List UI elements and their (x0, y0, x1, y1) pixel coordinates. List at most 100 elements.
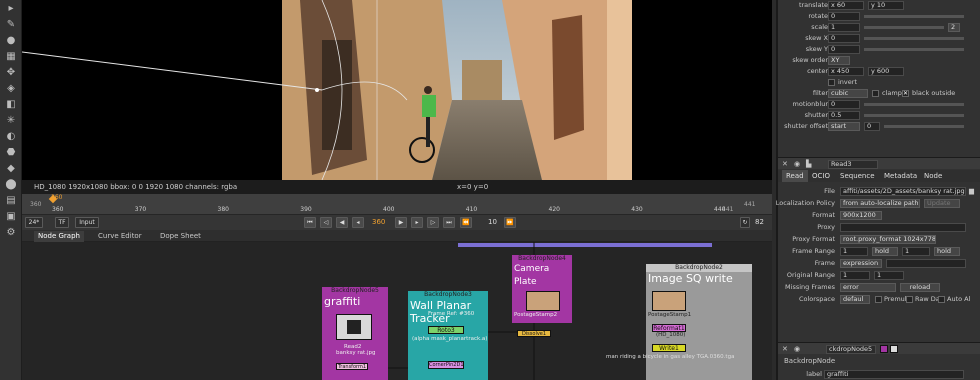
localization-dropdown[interactable]: from auto-localize path (840, 199, 920, 208)
original-range-start-field[interactable]: 1 (840, 271, 870, 280)
fps-dropdown[interactable]: 24* (25, 217, 43, 228)
step-back-button[interactable]: ◂ (352, 217, 364, 228)
shutter-field[interactable]: 0.5 (828, 111, 860, 120)
frame-range-start-field[interactable]: 1 (840, 247, 868, 256)
shutter-slider[interactable] (864, 114, 964, 117)
tab-metadata[interactable]: Metadata (880, 170, 921, 182)
skip-forward-button[interactable]: ⏩ (504, 217, 516, 228)
tab-node-graph[interactable]: Node Graph (34, 231, 84, 242)
auto-alpha-checkbox[interactable] (938, 296, 945, 303)
increment-field[interactable]: 10 (488, 218, 497, 226)
play-forward-button[interactable]: ▶ (395, 217, 407, 228)
reformat1-node[interactable]: Reformat1 (652, 324, 686, 332)
viewer[interactable] (22, 0, 772, 180)
film-icon[interactable]: ▣ (4, 210, 18, 224)
transform-move-icon[interactable]: ✥ (4, 66, 18, 80)
frame-range-end-field[interactable]: 1 (902, 247, 930, 256)
close-icon[interactable]: ✕ (782, 160, 788, 168)
frame-range-start-mode[interactable]: hold (872, 247, 898, 256)
label-field[interactable]: graffiti (824, 370, 964, 379)
black-outside-checkbox[interactable]: ✕ (902, 90, 909, 97)
paint-brush-icon[interactable]: ✎ (4, 18, 18, 32)
backdrop-wall-planar-tracker[interactable]: BackdropNode3 Wall Planar Tracker Frame … (408, 291, 488, 380)
cornerpin-node[interactable]: CornerPin2D1 (428, 361, 464, 369)
timeline[interactable]: 360 441 360 441 360 370 380 390 400 410 420 430… (22, 194, 772, 214)
backdrop-camera-plate[interactable]: BackdropNode4 Camera Plate PostageStamp2 (512, 255, 572, 323)
tab-read[interactable]: Read (782, 170, 808, 182)
next-keyframe-button[interactable]: ▷ (427, 217, 439, 228)
camera-thumbnail[interactable] (526, 291, 560, 311)
shutter-offset-slider[interactable] (884, 125, 964, 128)
dissolve-node[interactable]: Dissolve1 (517, 330, 551, 337)
node-color-swatch[interactable] (880, 345, 888, 353)
lock-icon[interactable]: ◉ (794, 160, 800, 168)
sparkle-icon[interactable]: ✳ (4, 114, 18, 128)
tab-sequence[interactable]: Sequence (836, 170, 879, 182)
step-forward-button[interactable]: ▸ (411, 217, 423, 228)
frame-mode-dropdown[interactable]: expression (840, 259, 882, 268)
roto3-node[interactable]: Roto3 (428, 326, 464, 334)
translate-y-field[interactable]: y 10 (868, 1, 904, 10)
backdrop-graffiti[interactable]: BackdropNode5 graffiti Read2 banksy rat.… (322, 287, 388, 380)
tf-dropdown[interactable]: TF (55, 217, 69, 228)
write1-node[interactable]: Write1 (652, 344, 686, 352)
center-x-field[interactable]: x 450 (828, 67, 864, 76)
original-range-end-field[interactable]: 1 (874, 271, 904, 280)
prev-keyframe-button[interactable]: ◁ (320, 217, 332, 228)
read2-thumbnail[interactable] (336, 314, 372, 340)
frame-field[interactable] (886, 259, 966, 268)
current-frame-field[interactable]: 360 (372, 218, 385, 226)
tab-ocio[interactable]: OCIO (808, 170, 834, 182)
filter-dropdown[interactable]: cubic (828, 89, 868, 98)
loop-icon[interactable]: ↻ (740, 217, 750, 228)
translate-x-field[interactable]: x 60 (828, 1, 864, 10)
tab-curve-editor[interactable]: Curve Editor (94, 231, 146, 242)
frame-range-end[interactable]: 82 (755, 218, 764, 226)
update-button[interactable]: Update (924, 199, 960, 208)
skewx-field[interactable]: 0 (828, 34, 860, 43)
grid-icon[interactable]: ▦ (4, 50, 18, 64)
scale-channels-button[interactable]: 2 (948, 23, 960, 32)
skip-back-button[interactable]: ⏪ (460, 217, 472, 228)
backdrop-image-sq-write[interactable]: BackdropNode2 Image SQ write PostageStam… (606, 264, 752, 380)
tile-color-swatch[interactable] (890, 345, 898, 353)
keyer-icon[interactable]: ⬣ (4, 146, 18, 160)
close-icon[interactable]: ✕ (782, 345, 788, 353)
reload-button[interactable]: reload (900, 283, 940, 292)
select-arrow-icon[interactable]: ▸ (4, 2, 18, 16)
droplet-icon[interactable]: ⬤ (4, 178, 18, 192)
format-dropdown[interactable]: 900x1200 (840, 211, 882, 220)
raw-checkbox[interactable] (906, 296, 913, 303)
skew-order-dropdown[interactable]: XY (828, 56, 850, 65)
proxy-format-dropdown[interactable]: root.proxy_format 1024x778 (840, 235, 936, 244)
node-name-field[interactable]: Read3 (828, 160, 878, 169)
play-backward-button[interactable]: ◀ (336, 217, 348, 228)
rotate-field[interactable]: 0 (828, 12, 860, 21)
tab-dope-sheet[interactable]: Dope Sheet (156, 231, 205, 242)
transform-node[interactable]: Transform1 (336, 363, 368, 370)
stamp1-thumbnail[interactable] (652, 291, 686, 311)
scale-slider[interactable] (864, 26, 944, 29)
tag-icon[interactable]: ◆ (4, 162, 18, 176)
motionblur-field[interactable]: 0 (828, 100, 860, 109)
shutter-offset-dropdown[interactable]: start (828, 122, 860, 131)
playback-mode-dropdown[interactable]: Input (75, 217, 99, 228)
first-frame-button[interactable]: ⏮ (304, 217, 316, 228)
motionblur-slider[interactable] (864, 103, 964, 106)
node-name-field[interactable]: ckdropNode5 (826, 345, 876, 354)
premult-checkbox[interactable] (875, 296, 882, 303)
invert-checkbox[interactable] (828, 79, 835, 86)
shutter-offset-field[interactable]: 0 (864, 122, 880, 131)
3d-cube-icon[interactable]: ◧ (4, 98, 18, 112)
last-frame-button[interactable]: ⏭ (443, 217, 455, 228)
node-graph[interactable]: BackdropNode5 graffiti Read2 banksy rat.… (22, 242, 772, 380)
lock-icon[interactable]: ◉ (794, 345, 800, 353)
merge-icon[interactable]: ◈ (4, 82, 18, 96)
rotate-slider[interactable] (864, 15, 964, 18)
skewy-slider[interactable] (864, 48, 964, 51)
skewy-field[interactable]: 0 (828, 45, 860, 54)
proxy-field[interactable] (840, 223, 966, 232)
center-y-field[interactable]: y 600 (868, 67, 904, 76)
colorspace-dropdown[interactable]: defaul (840, 295, 870, 304)
circle-shape-icon[interactable]: ● (4, 34, 18, 48)
